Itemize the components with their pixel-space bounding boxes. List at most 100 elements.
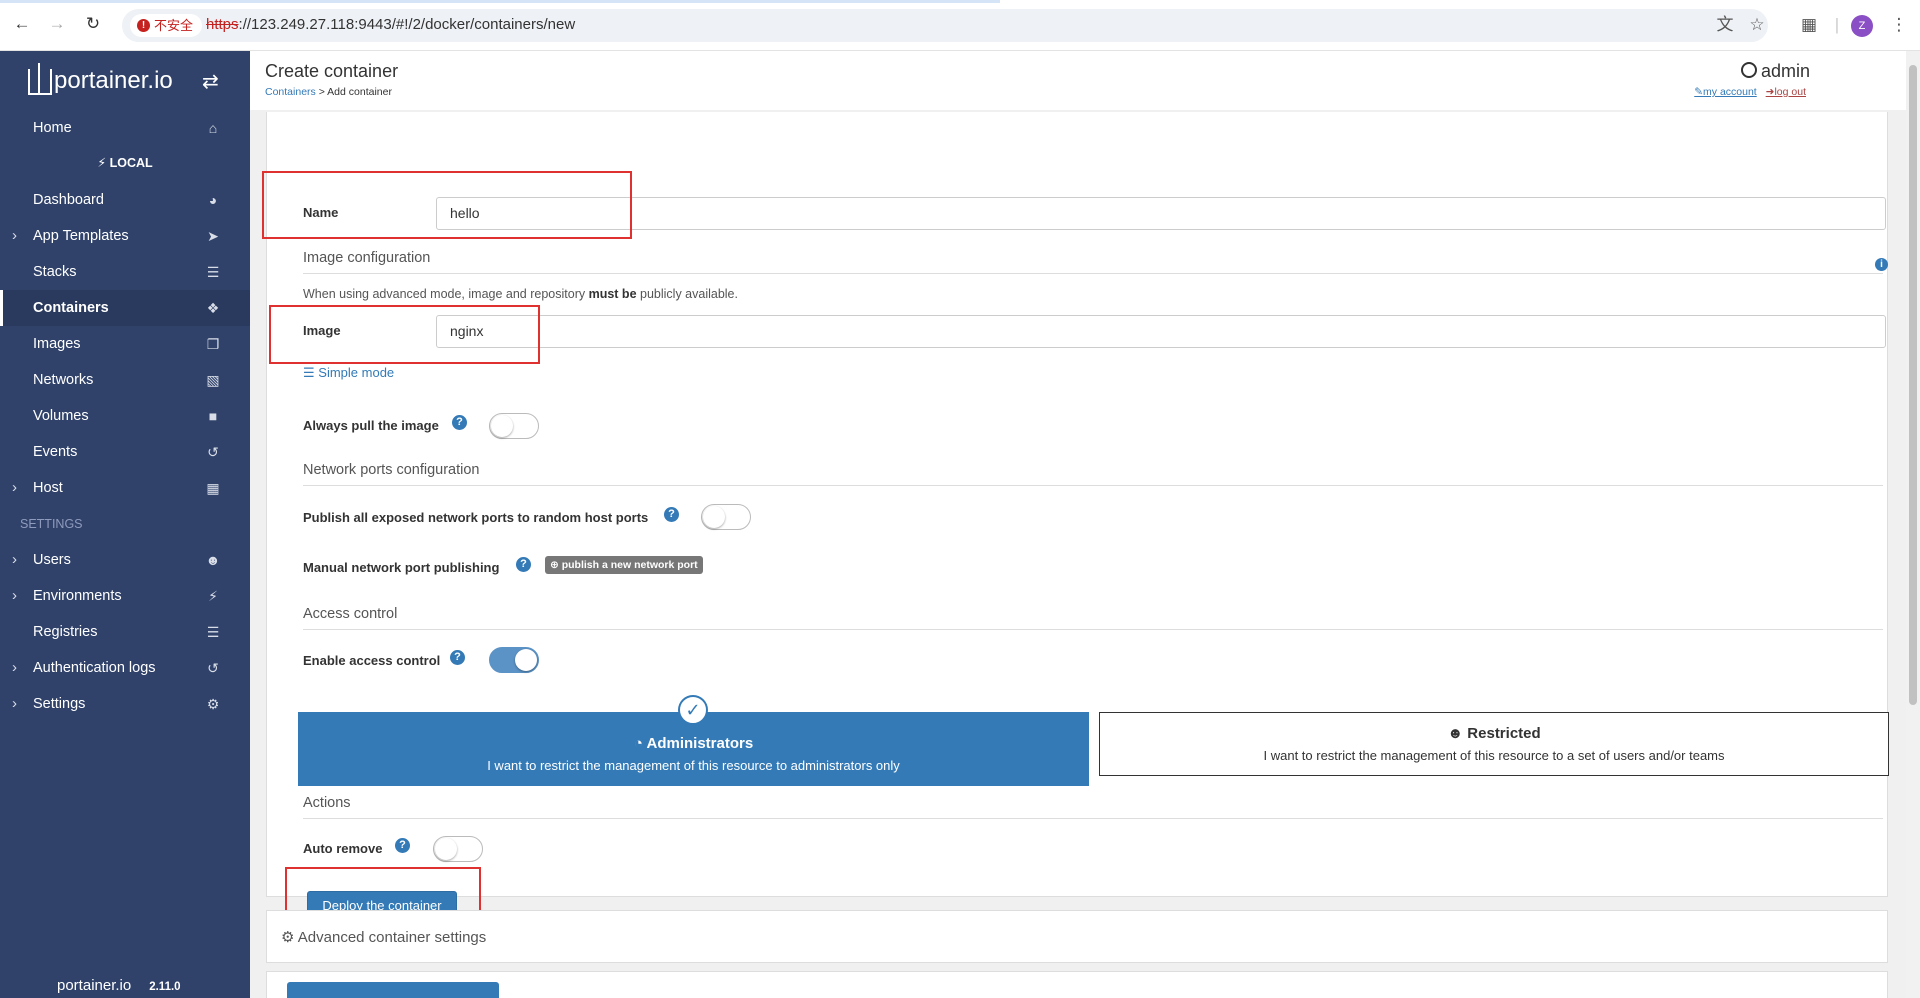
enable-access-label: Enable access control (303, 653, 441, 668)
reload-icon[interactable]: ↻ (83, 14, 103, 34)
sidebar-item-stacks[interactable]: Stacks ☰ (0, 254, 250, 290)
home-icon: ⌂ (208, 120, 218, 136)
users-icon: ☻ (205, 552, 221, 568)
sidebar-item-dashboard[interactable]: Dashboard ◕ (0, 182, 250, 218)
help-question-icon[interactable]: ? (664, 507, 679, 522)
sidebar: portainer.io ⇄ Home ⌂ ⚡ LOCAL Dashboard ◕ … (0, 51, 250, 998)
user-info: admin (1740, 61, 1810, 82)
highlight-box-name (262, 171, 632, 239)
sidebar-item-host[interactable]: › Host ▦ (0, 470, 250, 506)
cubes-icon: ❖ (206, 300, 220, 316)
image-input[interactable]: nginx (436, 315, 1886, 348)
sidebar-item-images[interactable]: Images ❐ (0, 326, 250, 362)
my-account-link[interactable]: ✎my account (1694, 86, 1757, 98)
portainer-logo[interactable]: portainer.io (24, 61, 173, 101)
actions-header: Actions (303, 795, 1883, 819)
breadcrumb: Containers > Add container (265, 86, 392, 98)
selected-check-icon: ✓ (678, 695, 708, 725)
info-icon[interactable]: i (1875, 258, 1888, 271)
warning-icon: ! (137, 19, 150, 32)
help-question-icon[interactable]: ? (450, 650, 465, 665)
user-circle-icon (1740, 62, 1757, 78)
access-control-header: Access control (303, 606, 1883, 630)
portainer-crane-icon (24, 61, 54, 101)
back-icon[interactable]: ← (12, 14, 32, 34)
sidebar-item-users[interactable]: › Users ☻ (0, 542, 250, 578)
rocket-icon: ➤ (207, 228, 219, 244)
tachometer-icon: ◕ (208, 192, 218, 208)
advanced-settings-tabs (266, 971, 1888, 998)
sidebar-item-environments[interactable]: › Environments ⚡ (0, 578, 250, 614)
publish-all-toggle[interactable] (701, 504, 751, 530)
network-ports-header: Network ports configuration (303, 462, 1883, 486)
extensions-icon[interactable]: ▦ (1798, 14, 1820, 36)
sidebar-item-networks[interactable]: Networks ▧ (0, 362, 250, 398)
sitemap-icon: ▧ (206, 372, 220, 388)
eye-slash-icon: ◔ (633, 735, 643, 752)
users-icon: ☻ (1447, 725, 1464, 742)
help-question-icon[interactable]: ? (452, 415, 467, 430)
database-icon: ☰ (206, 624, 220, 640)
divider: | (1834, 15, 1840, 34)
sidebar-item-containers[interactable]: Containers ❖ (0, 290, 250, 326)
sidebar-item-authentication-logs[interactable]: › Authentication logs ↺ (0, 650, 250, 686)
page-title: Create container (265, 61, 399, 81)
translate-icon[interactable]: 文 (1714, 14, 1736, 36)
plus-circle-icon: ⊕ (550, 559, 559, 571)
help-question-icon[interactable]: ? (395, 838, 410, 853)
security-badge[interactable]: ! 不安全 (130, 14, 203, 37)
advanced-tab-active[interactable] (287, 982, 499, 998)
history-icon: ↺ (207, 444, 219, 460)
tab-strip (0, 0, 1000, 3)
address-bar[interactable]: ! 不安全 https://123.249.27.118:9443/#!/2/do… (122, 9, 1768, 42)
scrollbar-thumb[interactable] (1909, 65, 1917, 705)
chevron-right-icon: › (12, 587, 17, 604)
name-input[interactable]: hello (436, 197, 1886, 230)
publish-all-label: Publish all exposed network ports to ran… (303, 510, 649, 525)
auto-remove-toggle[interactable] (433, 836, 483, 862)
profile-avatar[interactable]: Z (1851, 15, 1873, 37)
cogs-icon: ⚙ (206, 696, 220, 712)
plug-icon: ⚡ (208, 588, 218, 604)
sidebar-item-settings[interactable]: › Settings ⚙ (0, 686, 250, 722)
page-header: Create container Containers > Add contai… (250, 51, 1920, 110)
user-links: ✎my account ➜log out (1688, 86, 1806, 98)
advanced-settings-panel[interactable]: ⚙ Advanced container settings (266, 910, 1888, 963)
page-scrollbar[interactable] (1906, 51, 1920, 998)
chevron-right-icon: › (12, 479, 17, 496)
sidebar-item-events[interactable]: Events ↺ (0, 434, 250, 470)
sidebar-item-registries[interactable]: Registries ☰ (0, 614, 250, 650)
hdd-icon: ■ (208, 408, 218, 424)
url-text[interactable]: https://123.249.27.118:9443/#!/2/docker/… (206, 16, 575, 33)
sidebar-item-app-templates[interactable]: › App Templates ➤ (0, 218, 250, 254)
image-mode-note: When using advanced mode, image and repo… (303, 287, 738, 301)
help-question-icon[interactable]: ? (516, 557, 531, 572)
footer-logo: portainer.io (57, 977, 132, 994)
always-pull-toggle[interactable] (489, 413, 539, 439)
history-icon: ↺ (207, 660, 219, 676)
version-label: 2.11.0 (149, 981, 181, 993)
chevron-right-icon: › (12, 695, 17, 712)
sidebar-item-volumes[interactable]: Volumes ■ (0, 398, 250, 434)
main-content: Create container Containers > Add contai… (250, 51, 1920, 998)
highlight-box-image (269, 305, 540, 364)
enable-access-toggle[interactable] (489, 647, 539, 673)
chevron-right-icon: › (12, 551, 17, 568)
publish-network-port-button[interactable]: ⊕ publish a new network port (545, 556, 703, 574)
forward-icon[interactable]: → (47, 14, 67, 34)
simple-mode-link[interactable]: ☰ Simple mode (303, 365, 394, 381)
database-icon: ☰ (303, 365, 315, 380)
bookmark-star-icon[interactable]: ☆ (1746, 14, 1768, 36)
gear-icon: ⚙ (281, 929, 295, 946)
th-list-icon: ☰ (206, 264, 220, 280)
clone-icon: ❐ (206, 336, 220, 352)
toggle-sidebar-icon[interactable]: ⇄ (202, 69, 219, 94)
log-out-link[interactable]: ➜log out (1766, 86, 1806, 98)
restricted-option[interactable]: ☻ Restricted I want to restrict the mana… (1099, 712, 1889, 776)
menu-kebab-icon[interactable]: ⋮ (1888, 14, 1910, 36)
breadcrumb-containers-link[interactable]: Containers (265, 86, 316, 98)
sidebar-item-home[interactable]: Home ⌂ (0, 110, 250, 146)
create-container-form: Name hello Image configuration i When us… (262, 112, 1889, 932)
settings-section-header: SETTINGS (20, 517, 83, 531)
auto-remove-label: Auto remove (303, 841, 383, 856)
